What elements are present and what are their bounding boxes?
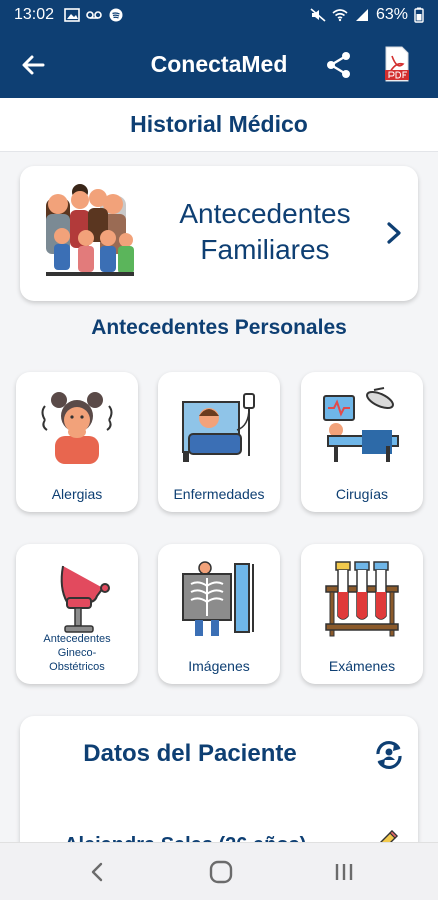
patient-data-title: Datos del Paciente: [83, 740, 297, 767]
family-history-label: Antecedentes Familiares: [150, 196, 380, 268]
page-title: Historial Médico: [130, 111, 308, 137]
tile-images[interactable]: Imágenes: [158, 544, 280, 684]
allergy-icon: [41, 392, 113, 464]
nav-recents-icon[interactable]: [332, 861, 356, 883]
gyneco-label-line1: Antecedentes: [43, 633, 111, 645]
page-title-bar: Historial Médico: [0, 98, 438, 152]
family-history-line2: Familiares: [200, 234, 330, 265]
battery-icon: [414, 7, 424, 23]
tile-images-label: Imágenes: [188, 658, 250, 674]
status-bar: 13:02 63%: [0, 0, 438, 30]
system-status: 63%: [310, 6, 424, 24]
sync-icon[interactable]: [372, 738, 406, 772]
personal-history-title: Antecedentes Personales: [91, 316, 347, 339]
tile-allergies[interactable]: Alergias: [16, 372, 138, 512]
tile-gyneco-obstetric-label: Antecedentes Gineco- Obstétricos: [16, 632, 138, 674]
test-tubes-icon: [325, 561, 399, 637]
signal-icon: [355, 9, 368, 21]
image-icon: [64, 8, 80, 22]
hospital-bed-icon: [182, 393, 255, 462]
family-history-line1: Antecedentes: [179, 198, 351, 229]
tile-allergies-label: Alergias: [51, 486, 103, 502]
tile-diseases[interactable]: Enfermedades: [158, 372, 280, 512]
mute-icon: [310, 8, 326, 22]
battery-level: 63%: [375, 6, 408, 23]
gyneco-label-line3: Obstétricos: [49, 661, 105, 673]
notification-icons: [64, 8, 124, 22]
wifi-icon: [332, 9, 348, 22]
system-nav-bar: [0, 842, 438, 900]
tile-surgeries-label: Cirugías: [335, 486, 389, 502]
back-arrow-icon[interactable]: [18, 50, 48, 80]
nav-home-icon[interactable]: [208, 859, 234, 885]
tile-exams-label: Exámenes: [328, 658, 396, 674]
chevron-right-icon: [387, 222, 401, 244]
nav-back-icon[interactable]: [88, 861, 108, 883]
surgery-icon: [323, 387, 399, 462]
family-history-card[interactable]: Antecedentes Familiares: [20, 166, 418, 301]
spotify-icon: [109, 8, 123, 22]
app-title: ConectaMed: [150, 50, 288, 77]
tile-gyneco-obstetric[interactable]: Antecedentes Gineco- Obstétricos: [16, 544, 138, 684]
status-time: 13:02: [14, 6, 55, 23]
tile-diseases-label: Enfermedades: [173, 486, 265, 502]
xray-icon: [182, 561, 254, 636]
tile-exams[interactable]: Exámenes: [301, 544, 423, 684]
gyneco-chair-icon: [60, 565, 110, 633]
share-icon[interactable]: [324, 50, 354, 80]
pdf-icon[interactable]: [384, 46, 410, 82]
tile-surgeries[interactable]: Cirugías: [301, 372, 423, 512]
app-bar: ConectaMed: [0, 30, 438, 98]
voicemail-icon: [86, 11, 102, 19]
family-icon: [46, 184, 134, 276]
gyneco-label-line2: Gineco-: [57, 647, 97, 659]
